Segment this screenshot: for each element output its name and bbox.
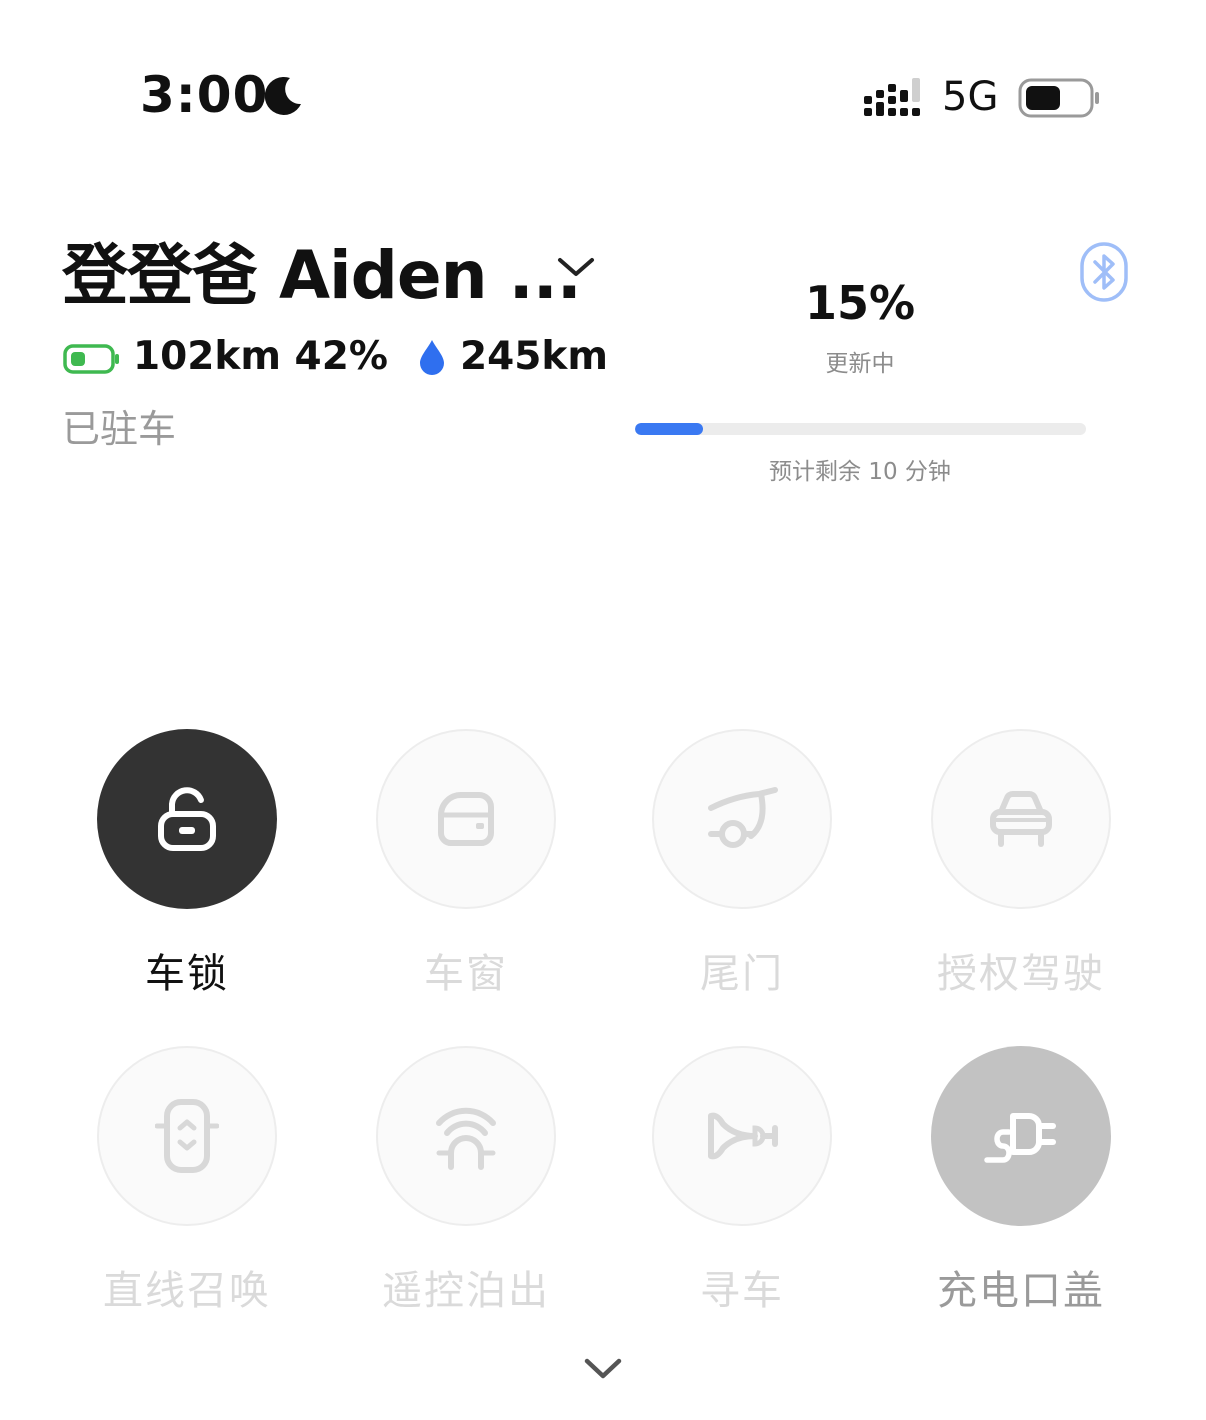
window-icon: [438, 792, 494, 846]
network-type: 5G: [942, 74, 999, 120]
control-label: 寻车: [700, 1268, 784, 1314]
unlock-icon: [158, 787, 216, 851]
control-summon[interactable]: 直线召唤: [97, 1046, 277, 1346]
remote-park-icon: [436, 1107, 496, 1170]
expand-chevron-icon[interactable]: [583, 1356, 623, 1382]
update-percent: 15%: [804, 276, 916, 330]
fuel-drop-icon: [420, 340, 444, 375]
control-tailgate[interactable]: 尾门: [652, 729, 832, 1029]
update-remaining: 预计剩余 10 分钟: [769, 459, 951, 485]
electric-range: 102km 42%: [133, 334, 388, 379]
authorized-driving-button[interactable]: [931, 729, 1111, 909]
chevron-down-icon[interactable]: [556, 252, 596, 282]
moon-icon: [264, 76, 301, 115]
bluetooth-icon[interactable]: [1080, 242, 1128, 302]
signal-icon: [864, 78, 920, 116]
control-find-car[interactable]: 寻车: [652, 1046, 832, 1346]
remote-park-button[interactable]: [376, 1046, 556, 1226]
charge-port-button[interactable]: [931, 1046, 1111, 1226]
fuel-range: 245km: [460, 334, 608, 379]
lock-button[interactable]: [97, 729, 277, 909]
control-label: 遥控泊出: [382, 1268, 550, 1314]
control-label: 充电口盖: [937, 1268, 1105, 1314]
ev-battery-icon: [63, 344, 119, 374]
update-status: 更新中: [825, 351, 895, 377]
summon-button[interactable]: [97, 1046, 277, 1226]
update-progress-fill: [635, 423, 703, 435]
battery-icon: [1018, 78, 1099, 118]
horn-icon: [708, 1112, 778, 1160]
status-time: 3:00: [140, 66, 269, 124]
vehicle-status: 已驻车: [62, 407, 177, 451]
control-label: 车窗: [424, 951, 508, 997]
vehicle-name[interactable]: 登登爸 Aiden ...: [62, 222, 582, 318]
control-label: 车锁: [145, 951, 229, 997]
control-remote-park[interactable]: 遥控泊出: [376, 1046, 556, 1346]
control-lock[interactable]: 车锁: [97, 729, 277, 1029]
control-authorized-driving[interactable]: 授权驾驶: [931, 729, 1111, 1029]
tailgate-button[interactable]: [652, 729, 832, 909]
control-window[interactable]: 车窗: [376, 729, 556, 1029]
find-car-button[interactable]: [652, 1046, 832, 1226]
control-charge-port[interactable]: 充电口盖: [931, 1046, 1111, 1346]
control-label: 授权驾驶: [937, 951, 1105, 997]
tailgate-icon: [708, 787, 778, 848]
car-icon: [990, 791, 1052, 847]
control-label: 直线召唤: [103, 1268, 271, 1314]
charge-port-icon: [984, 1113, 1056, 1163]
control-label: 尾门: [700, 951, 784, 997]
window-button[interactable]: [376, 729, 556, 909]
summon-icon: [155, 1099, 219, 1173]
update-progress-bar: [635, 423, 1086, 435]
